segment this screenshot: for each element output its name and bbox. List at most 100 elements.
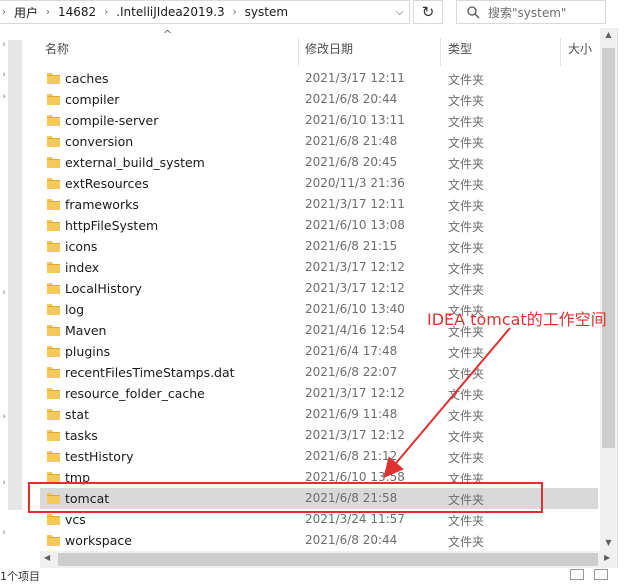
nav-expand-icon[interactable]: ›	[0, 70, 8, 80]
file-row[interactable]: plugins 2021/6/4 17:48 文件夹	[40, 341, 598, 362]
file-row[interactable]: external_build_system 2021/6/8 20:45 文件夹	[40, 152, 598, 173]
file-row[interactable]: recentFilesTimeStamps.dat 2021/6/8 22:07 文…	[40, 362, 598, 383]
folder-icon	[47, 283, 60, 294]
file-type: 文件夹	[448, 346, 485, 360]
nav-expand-icon[interactable]: ›	[0, 478, 8, 488]
nav-expand-icon[interactable]: ›	[0, 528, 8, 538]
file-type: 文件夹	[448, 94, 485, 108]
file-name: compile-server	[65, 113, 159, 128]
folder-icon	[47, 136, 60, 147]
column-name[interactable]: 名称	[45, 40, 69, 57]
search-box[interactable]: 搜索"system"	[456, 0, 606, 24]
folder-icon	[47, 94, 60, 105]
file-name: recentFilesTimeStamps.dat	[65, 365, 235, 380]
nav-scrollbar[interactable]	[8, 40, 22, 510]
folder-icon	[47, 220, 60, 231]
file-row[interactable]: resource_folder_cache 2021/3/17 12:12 文件夹	[40, 383, 598, 404]
file-date: 2021/3/17 12:12	[305, 281, 405, 295]
file-type: 文件夹	[448, 220, 485, 234]
scroll-up-icon[interactable]: ▲	[600, 30, 617, 39]
column-header: ^ 名称 修改日期 类型 大小	[40, 28, 600, 66]
file-name: extResources	[65, 176, 149, 191]
file-date: 2021/3/17 12:12	[305, 386, 405, 400]
breadcrumb-chevron-icon: ›	[104, 6, 109, 18]
file-type: 文件夹	[448, 283, 485, 297]
file-row[interactable]: LocalHistory 2021/3/17 12:12 文件夹	[40, 278, 598, 299]
file-name: vcs	[65, 512, 86, 527]
file-name: log	[65, 302, 85, 317]
file-date: 2021/6/8 20:44	[305, 533, 398, 547]
column-date[interactable]: 修改日期	[305, 40, 353, 57]
file-date: 2021/6/10 13:11	[305, 113, 405, 127]
file-row[interactable]: stat 2021/6/9 11:48 文件夹	[40, 404, 598, 425]
scroll-right-icon[interactable]: ▶	[604, 553, 610, 562]
sort-ascending-icon: ^	[163, 28, 173, 41]
address-dropdown-icon[interactable]: ⌵	[389, 0, 410, 24]
file-type: 文件夹	[448, 136, 485, 150]
file-type: 文件夹	[448, 367, 485, 381]
file-row[interactable]: index 2021/3/17 12:12 文件夹	[40, 257, 598, 278]
file-row[interactable]: icons 2021/6/8 21:15 文件夹	[40, 236, 598, 257]
column-divider[interactable]	[440, 38, 441, 66]
breadcrumb-idea[interactable]: .IntelliJIdea2019.3	[114, 5, 226, 19]
file-type: 文件夹	[448, 241, 485, 255]
file-type: 文件夹	[448, 535, 485, 549]
nav-expand-icon[interactable]: ›	[0, 412, 8, 422]
file-row[interactable]: compile-server 2021/6/10 13:11 文件夹	[40, 110, 598, 131]
file-row[interactable]: testHistory 2021/6/8 21:12 文件夹	[40, 446, 598, 467]
file-name: frameworks	[65, 197, 139, 212]
refresh-button[interactable]: ↻	[413, 0, 443, 24]
file-date: 2021/6/8 22:07	[305, 365, 398, 379]
file-name: compiler	[65, 92, 120, 107]
file-name: conversion	[65, 134, 134, 149]
file-row[interactable]: compiler 2021/6/8 20:44 文件夹	[40, 89, 598, 110]
folder-icon	[47, 73, 60, 84]
large-icons-view-icon[interactable]	[594, 569, 608, 580]
file-type: 文件夹	[448, 514, 485, 528]
scroll-down-icon[interactable]: ▼	[600, 538, 617, 547]
file-date: 2021/6/10 13:08	[305, 218, 405, 232]
file-name: httpFileSystem	[65, 218, 159, 233]
file-row[interactable]: caches 2021/3/17 12:11 文件夹	[40, 68, 598, 89]
file-date: 2021/4/16 12:54	[305, 323, 405, 337]
file-date: 2021/3/17 12:12	[305, 260, 405, 274]
folder-icon	[47, 409, 60, 420]
breadcrumb-user[interactable]: 14682	[56, 5, 98, 19]
nav-expand-icon[interactable]: ›	[0, 40, 8, 50]
file-row[interactable]: workspace 2021/6/8 20:44 文件夹	[40, 530, 598, 551]
column-divider[interactable]	[560, 38, 561, 66]
column-divider[interactable]	[298, 38, 299, 66]
file-type: 文件夹	[448, 262, 485, 276]
file-row[interactable]: conversion 2021/6/8 21:48 文件夹	[40, 131, 598, 152]
file-row[interactable]: httpFileSystem 2021/6/10 13:08 文件夹	[40, 215, 598, 236]
horizontal-scroll-thumb[interactable]	[58, 553, 598, 566]
file-name: testHistory	[65, 449, 134, 464]
file-row[interactable]: extResources 2020/11/3 21:36 文件夹	[40, 173, 598, 194]
file-date: 2021/3/17 12:11	[305, 197, 405, 211]
breadcrumb-chevron-icon: ›	[46, 6, 51, 18]
breadcrumb-users[interactable]: 用户	[12, 4, 40, 21]
file-row[interactable]: frameworks 2021/3/17 12:11 文件夹	[40, 194, 598, 215]
address-bar[interactable]: › 用户 › 14682 › .IntelliJIdea2019.3 › sys…	[0, 0, 410, 24]
file-type: 文件夹	[448, 115, 485, 129]
column-type[interactable]: 类型	[448, 40, 472, 57]
breadcrumb-system[interactable]: system	[243, 5, 290, 19]
folder-icon	[47, 367, 60, 378]
breadcrumb-chevron-icon: ›	[232, 6, 237, 18]
file-row[interactable]: tasks 2021/3/17 12:12 文件夹	[40, 425, 598, 446]
folder-icon	[47, 304, 60, 315]
file-name: tasks	[65, 428, 98, 443]
file-name: index	[65, 260, 100, 275]
nav-expand-icon[interactable]: ›	[0, 288, 8, 298]
folder-icon	[47, 115, 60, 126]
vertical-scroll-thumb[interactable]	[602, 48, 615, 448]
folder-icon	[47, 178, 60, 189]
address-toolbar: › 用户 › 14682 › .IntelliJIdea2019.3 › sys…	[0, 0, 636, 27]
file-name: stat	[65, 407, 89, 422]
details-view-icon[interactable]	[570, 569, 584, 580]
nav-expand-icon[interactable]: ›	[0, 92, 8, 102]
file-date: 2021/3/17 12:11	[305, 71, 405, 85]
column-size[interactable]: 大小	[568, 40, 592, 57]
file-type: 文件夹	[448, 178, 485, 192]
scroll-left-icon[interactable]: ◀	[44, 553, 50, 562]
